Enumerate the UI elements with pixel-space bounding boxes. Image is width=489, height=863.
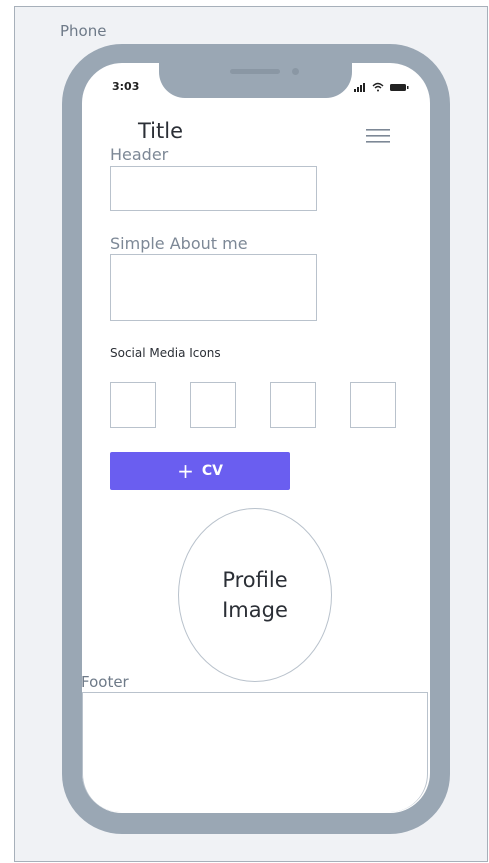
status-icons xyxy=(354,82,409,92)
wifi-icon xyxy=(372,82,384,92)
social-icon-slot-2[interactable] xyxy=(190,382,236,428)
signal-icon xyxy=(354,83,365,92)
frame-label: Phone xyxy=(60,22,107,40)
header-input[interactable] xyxy=(110,166,317,211)
speaker-icon xyxy=(230,69,280,74)
social-icon-slot-3[interactable] xyxy=(270,382,316,428)
about-textarea[interactable] xyxy=(110,254,317,321)
footer-area xyxy=(82,692,428,812)
status-time: 3:03 xyxy=(112,80,140,93)
social-media-label: Social Media Icons xyxy=(110,346,221,360)
add-cv-button[interactable]: + CV xyxy=(110,452,290,490)
social-icon-slot-1[interactable] xyxy=(110,382,156,428)
header-label: Header xyxy=(110,145,169,164)
profile-label-line1: Profile xyxy=(222,567,288,592)
plus-icon: + xyxy=(177,459,194,483)
about-label: Simple About me xyxy=(110,234,248,253)
page-title: Title xyxy=(138,119,184,143)
camera-icon xyxy=(292,68,299,75)
battery-icon xyxy=(390,84,409,91)
cv-button-label: CV xyxy=(201,463,223,479)
social-icon-slot-4[interactable] xyxy=(350,382,396,428)
profile-image-placeholder[interactable]: Profile Image xyxy=(178,508,332,682)
hamburger-menu-icon[interactable] xyxy=(366,127,390,145)
profile-label-line2: Image xyxy=(222,598,288,622)
footer-label: Footer xyxy=(81,673,129,691)
